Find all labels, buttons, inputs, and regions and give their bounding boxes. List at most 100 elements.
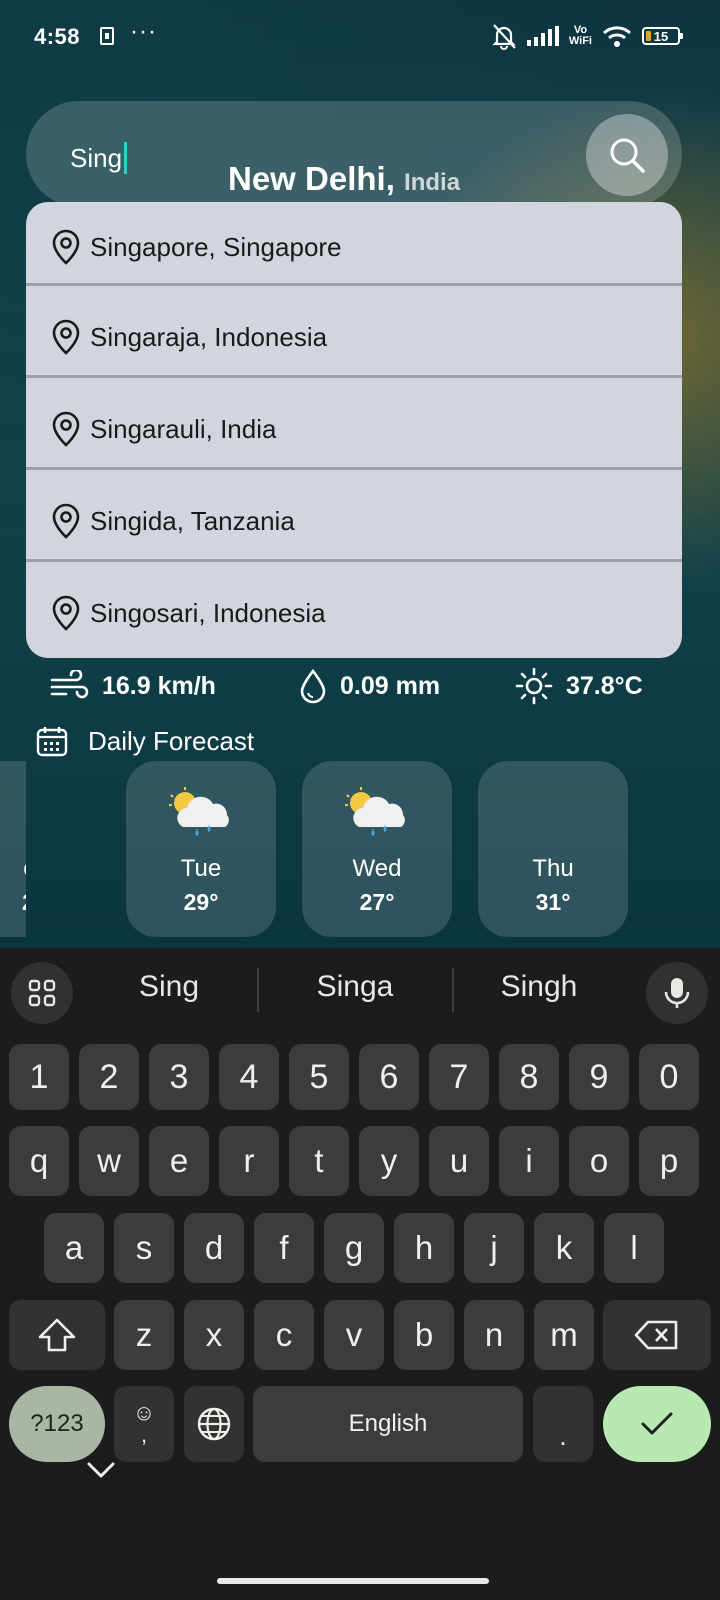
key-1[interactable]: 1 [9,1044,69,1110]
suggestion-label: Singaraja, Indonesia [90,321,328,352]
voice-input-button[interactable] [646,962,708,1024]
key-d[interactable]: d [184,1213,244,1283]
temperature-stat: 37.8°C [514,666,643,706]
forecast-day-temp: 27° [359,889,395,915]
key-v[interactable]: v [324,1300,384,1370]
key-8[interactable]: 8 [499,1044,559,1110]
key-j[interactable]: j [464,1213,524,1283]
period-key[interactable]: . [533,1386,593,1462]
checkmark-icon [641,1412,673,1435]
suggestion-item[interactable]: Singarauli, India [26,384,682,474]
forecast-card-thu[interactable]: Thu 31° [478,761,628,937]
language-key[interactable] [184,1386,244,1462]
word-suggestion[interactable]: Singh [474,970,604,1004]
forecast-title: Daily Forecast [88,725,255,756]
forecast-day-temp: 29° [183,889,219,915]
space-bar[interactable]: English [253,1386,523,1462]
forecast-day-temp: 2° [0,889,26,916]
search-button[interactable] [586,114,668,196]
key-7[interactable]: 7 [429,1044,489,1110]
key-g[interactable]: g [324,1213,384,1283]
suggestion-item[interactable]: Singida, Tanzania [26,476,682,566]
search-suggestions: Singapore, Singapore Singaraja, Indonesi… [26,202,682,658]
signal-icon [526,26,559,46]
key-4[interactable]: 4 [219,1044,279,1110]
word-suggestion[interactable]: Sing [104,970,234,1004]
key-i[interactable]: i [499,1126,559,1196]
wind-value: 16.9 km/h [102,671,216,700]
microphone-icon [664,978,690,1008]
key-6[interactable]: 6 [359,1044,419,1110]
wifi-icon [602,26,632,47]
globe-icon [197,1407,231,1441]
key-l[interactable]: l [604,1213,664,1283]
key-x[interactable]: x [184,1300,244,1370]
suggestion-label: Singida, Tanzania [90,505,295,536]
key-b[interactable]: b [394,1300,454,1370]
hide-keyboard-chevron-icon[interactable] [86,1460,116,1480]
key-q[interactable]: q [9,1126,69,1196]
symbols-key[interactable]: ?123 [9,1386,105,1462]
suggestion-label: Singapore, Singapore [90,231,342,262]
text-caret [124,142,128,174]
city-name: New Delhi, [228,160,395,197]
search-input[interactable]: Sing [70,141,128,175]
status-time: 4:58 [34,24,81,49]
key-p[interactable]: p [639,1126,699,1196]
home-indicator[interactable] [217,1578,489,1584]
key-z[interactable]: z [114,1300,174,1370]
keyboard-menu-button[interactable] [11,962,73,1024]
shift-icon [38,1318,76,1352]
location-pin-icon [50,594,84,632]
key-f[interactable]: f [254,1213,314,1283]
key-9[interactable]: 9 [569,1044,629,1110]
key-a[interactable]: a [44,1213,104,1283]
key-r[interactable]: r [219,1126,279,1196]
suggestion-item[interactable]: Singapore, Singapore [26,202,682,292]
search-icon [610,138,645,173]
battery-icon: 15 [642,27,683,45]
key-n[interactable]: n [464,1300,524,1370]
forecast-card-mon[interactable]: on 2° [0,761,26,937]
key-u[interactable]: u [429,1126,489,1196]
forecast-day-name: Tue [180,855,222,882]
location-pin-icon [50,502,84,540]
key-y[interactable]: y [359,1126,419,1196]
key-0[interactable]: 0 [639,1044,699,1110]
key-2[interactable]: 2 [79,1044,139,1110]
suggestion-label: Singosari, Indonesia [90,597,326,628]
key-e[interactable]: e [149,1126,209,1196]
key-s[interactable]: s [114,1213,174,1283]
key-3[interactable]: 3 [149,1044,209,1110]
key-k[interactable]: k [534,1213,594,1283]
suggestion-label: Singarauli, India [90,413,277,444]
enter-key[interactable] [603,1386,711,1462]
key-w[interactable]: w [79,1126,139,1196]
wind-icon [50,670,89,699]
suggestion-item[interactable]: Singosari, Indonesia [26,568,682,658]
key-m[interactable]: m [534,1300,594,1370]
key-5[interactable]: 5 [289,1044,349,1110]
divider [26,375,682,378]
suggestion-item[interactable]: Singaraja, Indonesia [26,292,682,382]
word-suggestion[interactable]: Singa [290,970,420,1004]
key-o[interactable]: o [569,1126,629,1196]
forecast-day-name: Wed [352,855,402,882]
divider [26,283,682,286]
forecast-card-wed[interactable]: Wed 27° [302,761,452,937]
forecast-day-name: on [0,855,26,883]
shift-key[interactable] [9,1300,105,1370]
key-t[interactable]: t [289,1126,349,1196]
location-pin-icon [50,410,84,448]
sim-card-icon [100,27,114,45]
emoji-comma-key[interactable]: ☺ , [114,1386,174,1462]
backspace-key[interactable] [603,1300,711,1370]
key-h[interactable]: h [394,1213,454,1283]
forecast-day-temp: 31° [535,889,571,915]
forecast-card-tue[interactable]: Tue 29° [126,761,276,937]
location-pin-icon [50,228,84,266]
keyboard-suggestion-strip: Sing Singa Singh [0,948,720,1036]
key-c[interactable]: c [254,1300,314,1370]
search-input-value: Sing [70,142,123,173]
temperature-value: 37.8°C [566,671,643,700]
